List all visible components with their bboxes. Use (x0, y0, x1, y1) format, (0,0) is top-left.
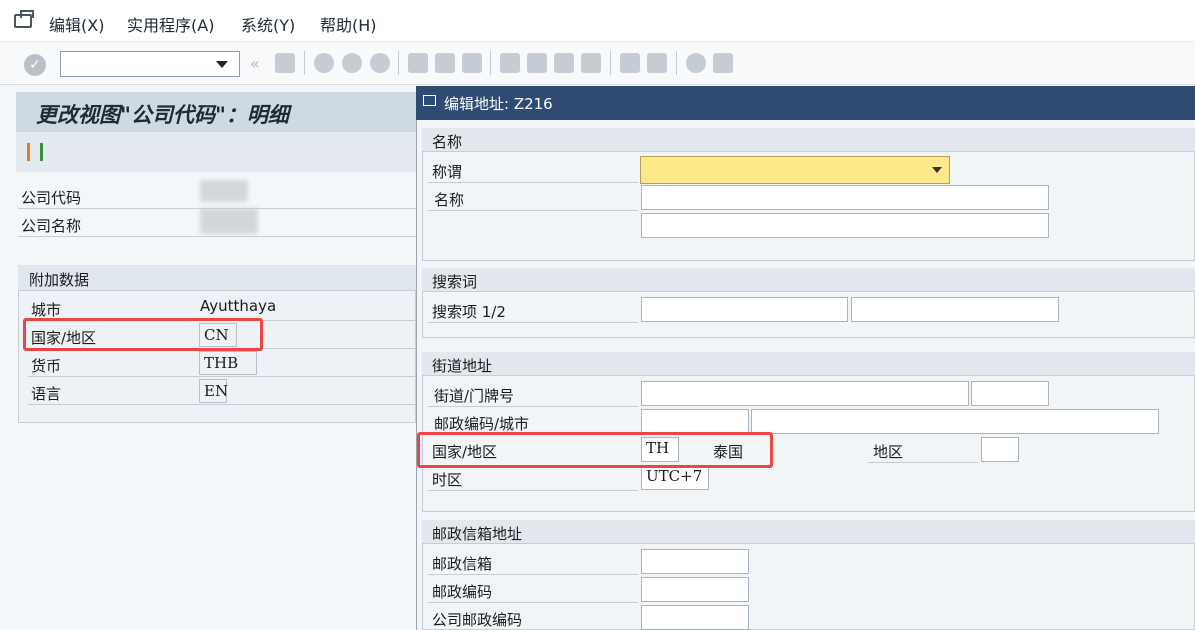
po-box-label: 邮政信箱 (432, 555, 493, 573)
street-label: 街道/门牌号 (434, 387, 515, 405)
row-divider (18, 236, 416, 237)
row-divider (28, 404, 416, 405)
row-divider (428, 574, 638, 575)
last-page-icon[interactable] (581, 53, 601, 73)
row-divider (428, 406, 638, 407)
menu-system[interactable]: 系统(Y) (241, 12, 295, 36)
search-term-1-input[interactable] (641, 297, 848, 322)
layout-icon[interactable] (713, 53, 733, 73)
row-divider (868, 462, 978, 463)
language-value: EN (199, 379, 228, 403)
toolbar-separator (490, 51, 491, 75)
city-label: 城市 (31, 301, 62, 319)
po-box-input[interactable] (641, 549, 749, 574)
name-input-1[interactable] (641, 185, 1049, 210)
language-label: 语言 (31, 385, 62, 403)
page-title: 更改视图"公司代码"：明细 (36, 102, 289, 127)
row-divider (428, 490, 638, 491)
left-app-toolbar (16, 132, 416, 172)
timezone-input[interactable]: UTC+7 (641, 465, 709, 490)
save-icon[interactable] (275, 53, 295, 73)
search-group-title: 搜索词 (432, 273, 478, 291)
name-input-2[interactable] (641, 213, 1049, 238)
street-group-header (422, 352, 1195, 376)
switch-icon[interactable] (27, 143, 43, 161)
salutation-label: 称谓 (432, 163, 463, 181)
dialog-menu-icon[interactable] (423, 95, 436, 106)
additional-data-title: 附加数据 (29, 271, 90, 289)
menu-help[interactable]: 帮助(H) (320, 12, 377, 36)
currency-value: THB (199, 351, 257, 375)
row-divider (428, 182, 638, 183)
name-group-header (422, 128, 1195, 152)
highlight-box-left (23, 318, 263, 351)
row-divider (428, 210, 638, 211)
toolbar-separator (610, 51, 611, 75)
find-next-icon[interactable] (462, 53, 482, 73)
region-label: 地区 (873, 443, 904, 461)
back-double-icon[interactable]: « (250, 54, 260, 73)
cancel-icon[interactable] (370, 53, 390, 73)
salutation-select[interactable] (640, 156, 950, 184)
find-icon[interactable] (435, 53, 455, 73)
toolbar-separator (304, 51, 305, 75)
chevron-down-icon[interactable] (216, 61, 228, 68)
previous-page-icon[interactable] (527, 53, 547, 73)
help-icon[interactable] (686, 53, 706, 73)
currency-label: 货币 (31, 357, 62, 375)
po-box-group-header (422, 520, 1195, 544)
postal-city-label: 邮政编码/城市 (434, 415, 530, 433)
row-divider (428, 322, 638, 323)
highlight-box-dialog (417, 432, 773, 468)
company-code-label: 公司代码 (21, 189, 82, 207)
name-label: 名称 (434, 191, 465, 209)
po-postal-label: 邮政编码 (432, 583, 493, 601)
print-icon[interactable] (408, 53, 428, 73)
chevron-down-icon[interactable] (932, 167, 942, 173)
menu-utilities[interactable]: 实用程序(A) (127, 12, 214, 36)
name-group-title: 名称 (432, 133, 463, 151)
street-group-title: 街道地址 (432, 357, 493, 375)
city-value: Ayutthaya (200, 297, 277, 315)
menu-edit[interactable]: 编辑(X) (49, 12, 104, 36)
first-page-icon[interactable] (500, 53, 520, 73)
next-page-icon[interactable] (554, 53, 574, 73)
check-icon[interactable]: ✓ (24, 54, 46, 76)
company-postal-label: 公司邮政编码 (432, 611, 523, 629)
search-term-label: 搜索项 1/2 (432, 303, 506, 321)
exit-icon[interactable] (342, 53, 362, 73)
company-code-value-blurred (200, 180, 248, 202)
toolbar-separator (676, 51, 677, 75)
company-postal-input[interactable] (641, 605, 749, 630)
po-postal-input[interactable] (641, 577, 749, 602)
menu-icon[interactable] (14, 10, 34, 28)
postal-code-input[interactable] (641, 409, 749, 434)
po-box-group-title: 邮政信箱地址 (432, 525, 523, 543)
dialog-title: 编辑地址: Z216 (444, 95, 553, 113)
search-term-2-input[interactable] (851, 297, 1059, 322)
street-input[interactable] (641, 381, 969, 406)
shortcut-icon[interactable] (647, 53, 667, 73)
company-name-label: 公司名称 (21, 217, 82, 235)
search-group-header (422, 268, 1195, 292)
city-input[interactable] (751, 409, 1159, 434)
row-divider (28, 376, 416, 377)
command-field[interactable] (60, 51, 240, 77)
region-input[interactable] (981, 437, 1019, 462)
row-divider (428, 602, 638, 603)
house-number-input[interactable] (971, 381, 1049, 406)
back-icon[interactable] (314, 53, 334, 73)
toolbar-separator (398, 51, 399, 75)
timezone-label: 时区 (432, 471, 463, 489)
new-session-icon[interactable] (620, 53, 640, 73)
company-name-value-blurred (200, 208, 258, 234)
